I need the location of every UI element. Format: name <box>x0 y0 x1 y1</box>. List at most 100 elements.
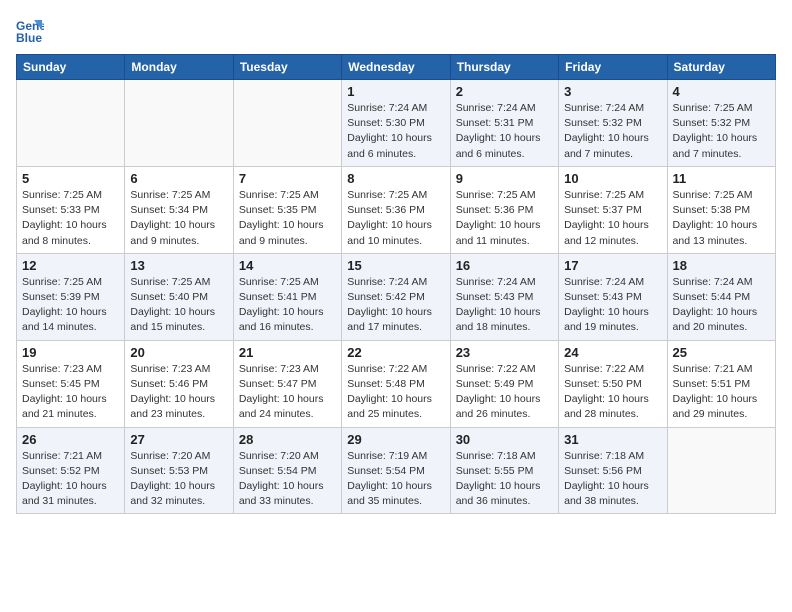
calendar-cell: 23 Sunrise: 7:22 AMSunset: 5:49 PMDayligh… <box>450 340 558 427</box>
day-detail: Sunrise: 7:25 AMSunset: 5:35 PMDaylight:… <box>239 188 336 249</box>
calendar-cell <box>233 80 341 167</box>
weekday-header-saturday: Saturday <box>667 55 775 80</box>
calendar-cell: 29 Sunrise: 7:19 AMSunset: 5:54 PMDayligh… <box>342 427 450 514</box>
calendar-cell: 15 Sunrise: 7:24 AMSunset: 5:42 PMDayligh… <box>342 253 450 340</box>
day-number: 21 <box>239 345 336 360</box>
page-header: General Blue <box>16 16 776 44</box>
day-detail: Sunrise: 7:24 AMSunset: 5:43 PMDaylight:… <box>564 275 661 336</box>
calendar-cell: 13Sunrise: 7:25 AMSunset: 5:40 PMDayligh… <box>125 253 233 340</box>
day-detail: Sunrise: 7:24 AMSunset: 5:32 PMDaylight:… <box>564 101 661 162</box>
calendar-cell: 19 Sunrise: 7:23 AMSunset: 5:45 PMDayligh… <box>17 340 125 427</box>
calendar-cell: 30 Sunrise: 7:18 AMSunset: 5:55 PMDayligh… <box>450 427 558 514</box>
day-detail: Sunrise: 7:18 AMSunset: 5:56 PMDaylight:… <box>564 449 661 510</box>
calendar-cell: 21 Sunrise: 7:23 AMSunset: 5:47 PMDayligh… <box>233 340 341 427</box>
day-number: 7 <box>239 171 336 186</box>
day-detail: Sunrise: 7:24 AMSunset: 5:30 PMDaylight:… <box>347 101 444 162</box>
day-number: 29 <box>347 432 444 447</box>
weekday-header-tuesday: Tuesday <box>233 55 341 80</box>
calendar-cell: 24 Sunrise: 7:22 AMSunset: 5:50 PMDayligh… <box>559 340 667 427</box>
calendar-cell: 20Sunrise: 7:23 AMSunset: 5:46 PMDayligh… <box>125 340 233 427</box>
calendar-cell: 7 Sunrise: 7:25 AMSunset: 5:35 PMDaylight… <box>233 166 341 253</box>
calendar-table: SundayMondayTuesdayWednesdayThursdayFrid… <box>16 54 776 514</box>
calendar-cell <box>667 427 775 514</box>
calendar-cell <box>125 80 233 167</box>
day-detail: Sunrise: 7:24 AMSunset: 5:43 PMDaylight:… <box>456 275 553 336</box>
day-detail: Sunrise: 7:23 AMSunset: 5:47 PMDaylight:… <box>239 362 336 423</box>
day-detail: Sunrise: 7:19 AMSunset: 5:54 PMDaylight:… <box>347 449 444 510</box>
weekday-header-sunday: Sunday <box>17 55 125 80</box>
calendar-cell: 5 Sunrise: 7:25 AMSunset: 5:33 PMDaylight… <box>17 166 125 253</box>
calendar-cell: 10 Sunrise: 7:25 AMSunset: 5:37 PMDayligh… <box>559 166 667 253</box>
day-number: 30 <box>456 432 553 447</box>
day-number: 9 <box>456 171 553 186</box>
logo: General Blue <box>16 16 48 44</box>
day-number: 26 <box>22 432 119 447</box>
day-number: 18 <box>673 258 770 273</box>
day-detail: Sunrise: 7:21 AMSunset: 5:52 PMDaylight:… <box>22 449 119 510</box>
day-number: 8 <box>347 171 444 186</box>
weekday-header-wednesday: Wednesday <box>342 55 450 80</box>
day-detail: Sunrise: 7:25 AMSunset: 5:32 PMDaylight:… <box>673 101 770 162</box>
calendar-cell: 1Sunrise: 7:24 AMSunset: 5:30 PMDaylight… <box>342 80 450 167</box>
day-detail: Sunrise: 7:25 AMSunset: 5:33 PMDaylight:… <box>22 188 119 249</box>
calendar-cell: 4 Sunrise: 7:25 AMSunset: 5:32 PMDaylight… <box>667 80 775 167</box>
day-number: 19 <box>22 345 119 360</box>
calendar-cell: 28 Sunrise: 7:20 AMSunset: 5:54 PMDayligh… <box>233 427 341 514</box>
day-detail: Sunrise: 7:25 AMSunset: 5:36 PMDaylight:… <box>347 188 444 249</box>
day-detail: Sunrise: 7:25 AMSunset: 5:38 PMDaylight:… <box>673 188 770 249</box>
calendar-cell: 31 Sunrise: 7:18 AMSunset: 5:56 PMDayligh… <box>559 427 667 514</box>
day-number: 2 <box>456 84 553 99</box>
day-detail: Sunrise: 7:25 AMSunset: 5:37 PMDaylight:… <box>564 188 661 249</box>
day-detail: Sunrise: 7:24 AMSunset: 5:31 PMDaylight:… <box>456 101 553 162</box>
svg-text:Blue: Blue <box>16 31 42 44</box>
day-number: 31 <box>564 432 661 447</box>
calendar-cell: 8 Sunrise: 7:25 AMSunset: 5:36 PMDaylight… <box>342 166 450 253</box>
day-detail: Sunrise: 7:22 AMSunset: 5:49 PMDaylight:… <box>456 362 553 423</box>
day-number: 10 <box>564 171 661 186</box>
weekday-header-monday: Monday <box>125 55 233 80</box>
calendar-cell: 16 Sunrise: 7:24 AMSunset: 5:43 PMDayligh… <box>450 253 558 340</box>
calendar-cell: 9 Sunrise: 7:25 AMSunset: 5:36 PMDaylight… <box>450 166 558 253</box>
calendar-header: SundayMondayTuesdayWednesdayThursdayFrid… <box>17 55 776 80</box>
calendar-cell: 6 Sunrise: 7:25 AMSunset: 5:34 PMDaylight… <box>125 166 233 253</box>
calendar-cell: 18 Sunrise: 7:24 AMSunset: 5:44 PMDayligh… <box>667 253 775 340</box>
day-number: 27 <box>130 432 227 447</box>
calendar-cell: 12 Sunrise: 7:25 AMSunset: 5:39 PMDayligh… <box>17 253 125 340</box>
calendar-cell: 14Sunrise: 7:25 AMSunset: 5:41 PMDayligh… <box>233 253 341 340</box>
day-detail: Sunrise: 7:24 AMSunset: 5:42 PMDaylight:… <box>347 275 444 336</box>
day-detail: Sunrise: 7:22 AMSunset: 5:50 PMDaylight:… <box>564 362 661 423</box>
day-number: 4 <box>673 84 770 99</box>
calendar-cell: 3 Sunrise: 7:24 AMSunset: 5:32 PMDaylight… <box>559 80 667 167</box>
day-number: 23 <box>456 345 553 360</box>
day-number: 11 <box>673 171 770 186</box>
calendar-cell <box>17 80 125 167</box>
day-number: 15 <box>347 258 444 273</box>
day-number: 24 <box>564 345 661 360</box>
day-number: 5 <box>22 171 119 186</box>
day-detail: Sunrise: 7:21 AMSunset: 5:51 PMDaylight:… <box>673 362 770 423</box>
day-detail: Sunrise: 7:20 AMSunset: 5:54 PMDaylight:… <box>239 449 336 510</box>
day-detail: Sunrise: 7:25 AMSunset: 5:34 PMDaylight:… <box>130 188 227 249</box>
day-number: 12 <box>22 258 119 273</box>
calendar-cell: 17Sunrise: 7:24 AMSunset: 5:43 PMDayligh… <box>559 253 667 340</box>
day-number: 16 <box>456 258 553 273</box>
calendar-cell: 26 Sunrise: 7:21 AMSunset: 5:52 PMDayligh… <box>17 427 125 514</box>
calendar-cell: 27 Sunrise: 7:20 AMSunset: 5:53 PMDayligh… <box>125 427 233 514</box>
day-number: 22 <box>347 345 444 360</box>
calendar-cell: 11 Sunrise: 7:25 AMSunset: 5:38 PMDayligh… <box>667 166 775 253</box>
day-number: 25 <box>673 345 770 360</box>
day-detail: Sunrise: 7:20 AMSunset: 5:53 PMDaylight:… <box>130 449 227 510</box>
day-detail: Sunrise: 7:25 AMSunset: 5:39 PMDaylight:… <box>22 275 119 336</box>
weekday-header-thursday: Thursday <box>450 55 558 80</box>
day-number: 6 <box>130 171 227 186</box>
day-number: 28 <box>239 432 336 447</box>
day-number: 14 <box>239 258 336 273</box>
day-detail: Sunrise: 7:18 AMSunset: 5:55 PMDaylight:… <box>456 449 553 510</box>
day-detail: Sunrise: 7:22 AMSunset: 5:48 PMDaylight:… <box>347 362 444 423</box>
calendar-cell: 22 Sunrise: 7:22 AMSunset: 5:48 PMDayligh… <box>342 340 450 427</box>
day-number: 3 <box>564 84 661 99</box>
day-detail: Sunrise: 7:25 AMSunset: 5:36 PMDaylight:… <box>456 188 553 249</box>
day-detail: Sunrise: 7:25 AMSunset: 5:40 PMDaylight:… <box>130 275 227 336</box>
day-detail: Sunrise: 7:24 AMSunset: 5:44 PMDaylight:… <box>673 275 770 336</box>
day-detail: Sunrise: 7:23 AMSunset: 5:45 PMDaylight:… <box>22 362 119 423</box>
